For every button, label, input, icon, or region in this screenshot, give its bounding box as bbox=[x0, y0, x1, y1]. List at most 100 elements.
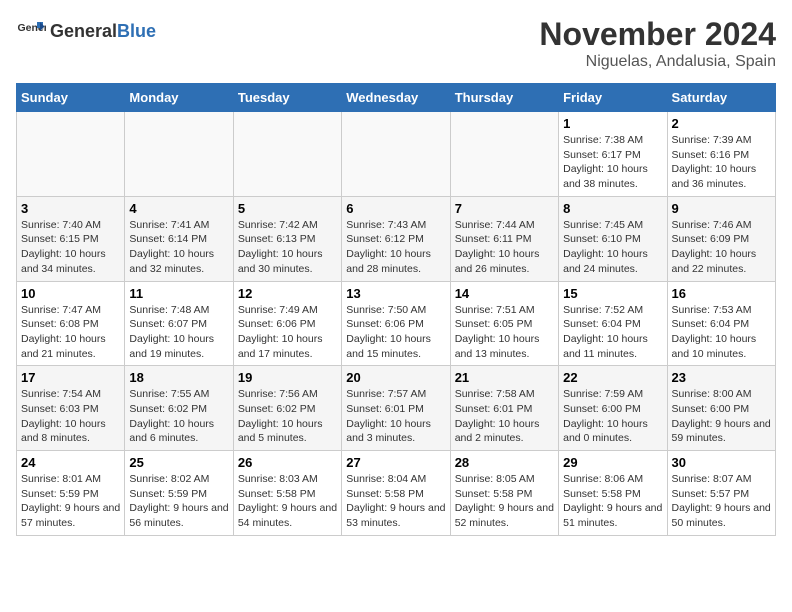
month-title: November 2024 bbox=[539, 16, 776, 53]
day-number: 22 bbox=[563, 370, 662, 385]
calendar-cell: 22 Sunrise: 7:59 AMSunset: 6:00 PMDayligh… bbox=[559, 366, 667, 451]
day-info: Sunrise: 8:03 AMSunset: 5:58 PMDaylight:… bbox=[238, 472, 337, 531]
calendar-cell: 6Sunrise: 7:43 AMSunset: 6:12 PMDaylight… bbox=[342, 196, 450, 281]
calendar-table: SundayMondayTuesdayWednesdayThursdayFrid… bbox=[16, 83, 776, 536]
weekday-header-wednesday: Wednesday bbox=[342, 84, 450, 112]
day-info: Sunrise: 7:59 AMSunset: 6:00 PMDaylight:… bbox=[563, 387, 662, 446]
logo-icon: General bbox=[16, 16, 46, 46]
calendar-cell: 23 Sunrise: 8:00 AMSunset: 6:00 PMDayligh… bbox=[667, 366, 775, 451]
day-number: 1 bbox=[563, 116, 662, 131]
day-info: Sunrise: 7:52 AMSunset: 6:04 PMDaylight:… bbox=[563, 303, 662, 362]
day-info: Sunrise: 7:40 AMSunset: 6:15 PMDaylight:… bbox=[21, 218, 120, 277]
day-info: Sunrise: 7:46 AMSunset: 6:09 PMDaylight:… bbox=[672, 218, 771, 277]
day-number: 25 bbox=[129, 455, 228, 470]
day-info: Sunrise: 7:48 AMSunset: 6:07 PMDaylight:… bbox=[129, 303, 228, 362]
logo-text-blue: Blue bbox=[117, 21, 156, 41]
day-number: 7 bbox=[455, 201, 554, 216]
calendar-cell: 13 Sunrise: 7:50 AMSunset: 6:06 PMDayligh… bbox=[342, 281, 450, 366]
day-info: Sunrise: 7:44 AMSunset: 6:11 PMDaylight:… bbox=[455, 218, 554, 277]
calendar-cell: 9 Sunrise: 7:46 AMSunset: 6:09 PMDaylight… bbox=[667, 196, 775, 281]
day-info: Sunrise: 8:04 AMSunset: 5:58 PMDaylight:… bbox=[346, 472, 445, 531]
day-number: 14 bbox=[455, 286, 554, 301]
calendar-cell: 2 Sunrise: 7:39 AMSunset: 6:16 PMDaylight… bbox=[667, 112, 775, 197]
day-number: 15 bbox=[563, 286, 662, 301]
weekday-header-sunday: Sunday bbox=[17, 84, 125, 112]
day-info: Sunrise: 7:45 AMSunset: 6:10 PMDaylight:… bbox=[563, 218, 662, 277]
day-number: 20 bbox=[346, 370, 445, 385]
calendar-cell: 27 Sunrise: 8:04 AMSunset: 5:58 PMDayligh… bbox=[342, 451, 450, 536]
day-info: Sunrise: 7:50 AMSunset: 6:06 PMDaylight:… bbox=[346, 303, 445, 362]
day-number: 27 bbox=[346, 455, 445, 470]
day-info: Sunrise: 8:07 AMSunset: 5:57 PMDaylight:… bbox=[672, 472, 771, 531]
day-info: Sunrise: 8:01 AMSunset: 5:59 PMDaylight:… bbox=[21, 472, 120, 531]
day-info: Sunrise: 7:56 AMSunset: 6:02 PMDaylight:… bbox=[238, 387, 337, 446]
calendar-cell: 24Sunrise: 8:01 AMSunset: 5:59 PMDayligh… bbox=[17, 451, 125, 536]
day-number: 23 bbox=[672, 370, 771, 385]
calendar-week-row: 24Sunrise: 8:01 AMSunset: 5:59 PMDayligh… bbox=[17, 451, 776, 536]
calendar-cell: 4Sunrise: 7:41 AMSunset: 6:14 PMDaylight… bbox=[125, 196, 233, 281]
logo-text-general: General bbox=[50, 21, 117, 41]
day-number: 2 bbox=[672, 116, 771, 131]
calendar-cell: 16 Sunrise: 7:53 AMSunset: 6:04 PMDayligh… bbox=[667, 281, 775, 366]
calendar-cell: 29 Sunrise: 8:06 AMSunset: 5:58 PMDayligh… bbox=[559, 451, 667, 536]
day-number: 13 bbox=[346, 286, 445, 301]
calendar-cell bbox=[125, 112, 233, 197]
calendar-cell: 25 Sunrise: 8:02 AMSunset: 5:59 PMDayligh… bbox=[125, 451, 233, 536]
day-number: 28 bbox=[455, 455, 554, 470]
logo: General GeneralBlue bbox=[16, 16, 156, 46]
weekday-header-row: SundayMondayTuesdayWednesdayThursdayFrid… bbox=[17, 84, 776, 112]
calendar-cell: 7 Sunrise: 7:44 AMSunset: 6:11 PMDaylight… bbox=[450, 196, 558, 281]
day-number: 26 bbox=[238, 455, 337, 470]
day-info: Sunrise: 8:05 AMSunset: 5:58 PMDaylight:… bbox=[455, 472, 554, 531]
calendar-week-row: 3 Sunrise: 7:40 AMSunset: 6:15 PMDaylight… bbox=[17, 196, 776, 281]
calendar-cell bbox=[450, 112, 558, 197]
day-info: Sunrise: 8:02 AMSunset: 5:59 PMDaylight:… bbox=[129, 472, 228, 531]
day-info: Sunrise: 7:38 AMSunset: 6:17 PMDaylight:… bbox=[563, 133, 662, 192]
day-info: Sunrise: 8:06 AMSunset: 5:58 PMDaylight:… bbox=[563, 472, 662, 531]
day-number: 12 bbox=[238, 286, 337, 301]
calendar-cell: 14 Sunrise: 7:51 AMSunset: 6:05 PMDayligh… bbox=[450, 281, 558, 366]
day-number: 9 bbox=[672, 201, 771, 216]
calendar-week-row: 17 Sunrise: 7:54 AMSunset: 6:03 PMDayligh… bbox=[17, 366, 776, 451]
day-info: Sunrise: 7:51 AMSunset: 6:05 PMDaylight:… bbox=[455, 303, 554, 362]
calendar-cell bbox=[17, 112, 125, 197]
day-number: 4 bbox=[129, 201, 228, 216]
calendar-cell: 11 Sunrise: 7:48 AMSunset: 6:07 PMDayligh… bbox=[125, 281, 233, 366]
location-title: Niguelas, Andalusia, Spain bbox=[539, 53, 776, 71]
calendar-cell: 17 Sunrise: 7:54 AMSunset: 6:03 PMDayligh… bbox=[17, 366, 125, 451]
day-info: Sunrise: 7:57 AMSunset: 6:01 PMDaylight:… bbox=[346, 387, 445, 446]
title-area: November 2024 Niguelas, Andalusia, Spain bbox=[539, 16, 776, 71]
day-number: 18 bbox=[129, 370, 228, 385]
calendar-cell: 8Sunrise: 7:45 AMSunset: 6:10 PMDaylight… bbox=[559, 196, 667, 281]
day-number: 11 bbox=[129, 286, 228, 301]
weekday-header-saturday: Saturday bbox=[667, 84, 775, 112]
weekday-header-thursday: Thursday bbox=[450, 84, 558, 112]
calendar-cell: 15 Sunrise: 7:52 AMSunset: 6:04 PMDayligh… bbox=[559, 281, 667, 366]
day-info: Sunrise: 7:54 AMSunset: 6:03 PMDaylight:… bbox=[21, 387, 120, 446]
day-number: 30 bbox=[672, 455, 771, 470]
calendar-cell: 3 Sunrise: 7:40 AMSunset: 6:15 PMDaylight… bbox=[17, 196, 125, 281]
day-info: Sunrise: 7:39 AMSunset: 6:16 PMDaylight:… bbox=[672, 133, 771, 192]
day-number: 17 bbox=[21, 370, 120, 385]
day-info: Sunrise: 8:00 AMSunset: 6:00 PMDaylight:… bbox=[672, 387, 771, 446]
calendar-cell bbox=[342, 112, 450, 197]
weekday-header-tuesday: Tuesday bbox=[233, 84, 341, 112]
calendar-week-row: 10Sunrise: 7:47 AMSunset: 6:08 PMDayligh… bbox=[17, 281, 776, 366]
calendar-cell: 28 Sunrise: 8:05 AMSunset: 5:58 PMDayligh… bbox=[450, 451, 558, 536]
day-info: Sunrise: 7:42 AMSunset: 6:13 PMDaylight:… bbox=[238, 218, 337, 277]
day-number: 5 bbox=[238, 201, 337, 216]
calendar-cell: 21 Sunrise: 7:58 AMSunset: 6:01 PMDayligh… bbox=[450, 366, 558, 451]
day-number: 21 bbox=[455, 370, 554, 385]
calendar-cell: 12 Sunrise: 7:49 AMSunset: 6:06 PMDayligh… bbox=[233, 281, 341, 366]
day-number: 29 bbox=[563, 455, 662, 470]
calendar-cell: 26 Sunrise: 8:03 AMSunset: 5:58 PMDayligh… bbox=[233, 451, 341, 536]
calendar-cell: 1 Sunrise: 7:38 AMSunset: 6:17 PMDaylight… bbox=[559, 112, 667, 197]
day-number: 3 bbox=[21, 201, 120, 216]
day-info: Sunrise: 7:53 AMSunset: 6:04 PMDaylight:… bbox=[672, 303, 771, 362]
day-info: Sunrise: 7:58 AMSunset: 6:01 PMDaylight:… bbox=[455, 387, 554, 446]
day-number: 16 bbox=[672, 286, 771, 301]
day-info: Sunrise: 7:49 AMSunset: 6:06 PMDaylight:… bbox=[238, 303, 337, 362]
calendar-week-row: 1 Sunrise: 7:38 AMSunset: 6:17 PMDaylight… bbox=[17, 112, 776, 197]
calendar-cell: 30 Sunrise: 8:07 AMSunset: 5:57 PMDayligh… bbox=[667, 451, 775, 536]
calendar-cell bbox=[233, 112, 341, 197]
